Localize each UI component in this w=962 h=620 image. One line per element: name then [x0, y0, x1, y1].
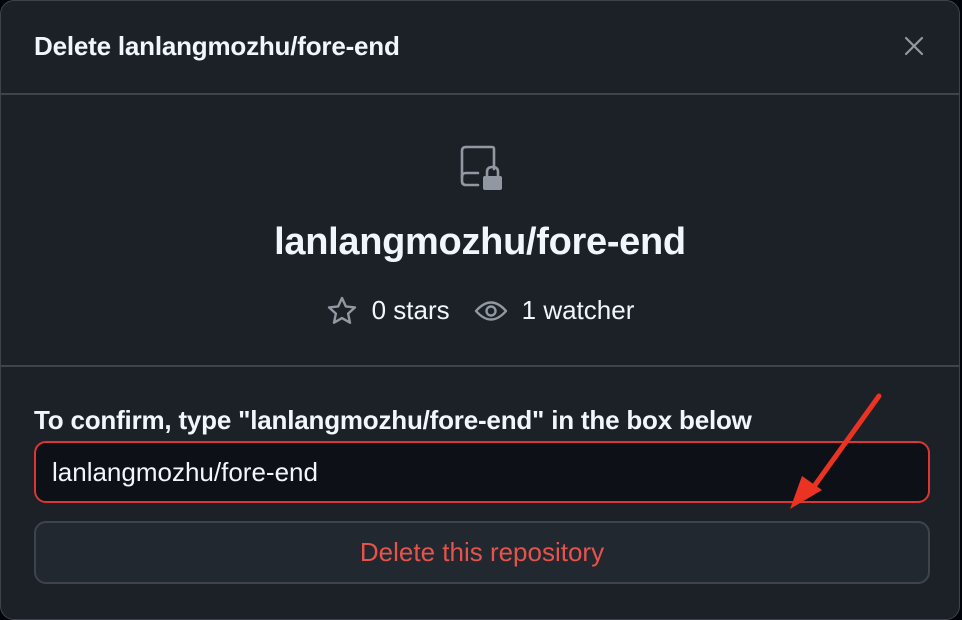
close-button[interactable]: [897, 29, 931, 63]
watchers-label: 1 watcher: [521, 295, 635, 325]
repo-name: lanlangmozhu/fore-end: [274, 221, 686, 263]
dialog-title: Delete lanlangmozhu/fore-end: [34, 31, 400, 61]
watchers-stat: 1 watcher: [474, 295, 635, 326]
stars-label: 0 stars: [371, 295, 450, 325]
repo-summary: lanlangmozhu/fore-end 0 stars 1 watcher: [1, 95, 959, 367]
star-icon: [327, 296, 356, 324]
confirm-instructions: To confirm, type "lanlangmozhu/fore-end"…: [34, 405, 752, 435]
repo-stats: 0 stars 1 watcher: [1, 295, 959, 326]
stars-stat: 0 stars: [326, 295, 450, 326]
close-icon: [904, 36, 924, 56]
eye-icon: [474, 300, 507, 321]
delete-repository-button[interactable]: Delete this repository: [34, 521, 930, 584]
dialog-header: Delete lanlangmozhu/fore-end: [1, 1, 959, 95]
repo-locked-icon: [460, 145, 502, 190]
confirm-repo-name-input[interactable]: [34, 441, 930, 503]
delete-repository-dialog: Delete lanlangmozhu/fore-end lanlangmozh…: [0, 0, 960, 620]
